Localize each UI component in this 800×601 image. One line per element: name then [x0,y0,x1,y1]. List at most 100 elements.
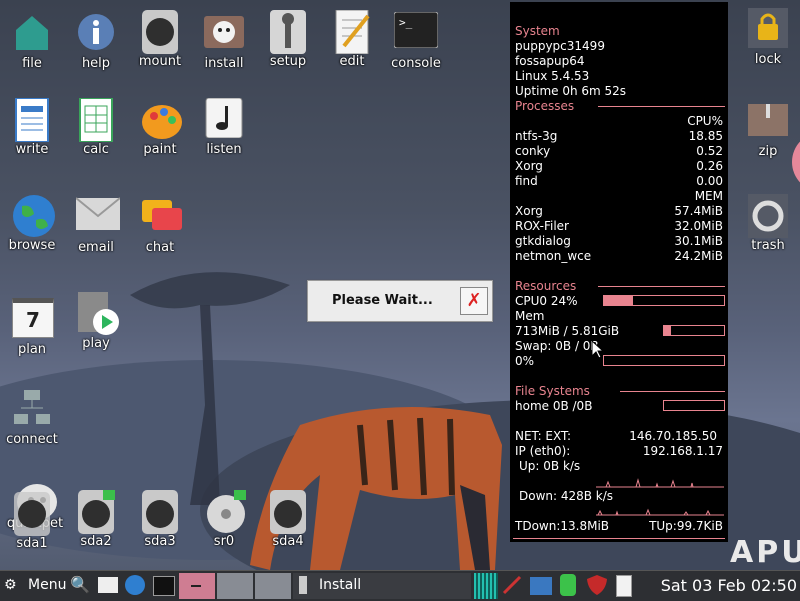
spreadsheet-icon [76,97,116,143]
optical-disc-icon [204,490,246,533]
mem-bar [663,325,725,336]
resources-header: Resources [515,279,577,293]
proc-row: ROX-Filer 32.0MiB [515,219,723,233]
terminal-icon: >_ [393,11,439,52]
show-desktop-icon[interactable] [98,577,118,593]
cpu0-bar-fill [604,296,633,305]
home-icon [12,12,52,52]
divider [598,286,725,287]
clipboard-icon[interactable] [616,575,632,597]
proc-row: conky 0.52 [515,144,723,158]
drive-icon [76,490,116,534]
desktop-icon-email[interactable]: email [61,196,131,255]
music-note-icon [204,97,244,139]
firewall-shield-icon[interactable] [586,574,608,596]
desktop-icon-zip[interactable]: zip [733,100,800,159]
desktop-icon-setup[interactable]: setup [253,10,323,69]
calendar-icon: 7 [12,298,54,338]
desktop-icon-install[interactable]: install [189,12,259,71]
recycle-icon [748,194,788,238]
close-button[interactable]: ✗ [460,287,488,315]
system-header: System [515,24,560,38]
desktop-icon-mount[interactable]: mount [125,10,195,69]
dialog-message: Please Wait... [332,293,433,308]
workspace-1[interactable] [179,573,215,599]
menu-icon: ⚙ [4,577,17,593]
clock[interactable]: Sat 03 Feb 02:50 [661,576,797,595]
save-session-icon[interactable] [560,574,576,596]
cpu-column-header: CPU% [687,114,723,128]
desktop-icon-sr0[interactable]: sr0 [189,490,259,549]
home-fs-bar [663,400,725,411]
swap-bar [603,355,725,366]
desktop-icon-edit[interactable]: edit [317,9,387,69]
wrench-icon [268,10,308,54]
desktop-icon-play[interactable]: play [61,292,131,351]
download-graph [596,508,724,516]
kernel: Linux 5.4.53 [515,69,590,83]
please-wait-dialog: Please Wait... ✗ [307,280,493,322]
desktop-icon-paint[interactable]: paint [125,98,195,157]
envelope-icon [75,196,121,236]
desktop-icon-file[interactable]: file [0,12,67,71]
task-install[interactable]: Install [293,573,471,599]
divider [598,106,725,107]
network-connection-icon[interactable] [502,575,522,595]
desktop-icon-browse[interactable]: browse [0,194,67,253]
terminal-launcher-icon[interactable] [153,576,175,596]
net-ext-row: NET: EXT: 146.70.185.50 [515,429,717,443]
divider [620,391,725,392]
desktop-icon-help[interactable]: help [61,12,131,71]
search-icon[interactable]: 🔍 [70,575,92,601]
desktop-icon-lock[interactable]: lock [733,8,800,67]
proc-row: Xorg 0.26 [515,159,723,173]
wallpaper-text: APU [730,535,800,570]
distro: fossapup64 [515,54,585,68]
desktop-icon-console[interactable]: >_ console [381,11,451,71]
browser-launcher-icon[interactable] [125,575,145,595]
desktop-icon-listen[interactable]: listen [189,97,259,157]
swap-label: Swap: 0B / 0B [515,339,599,353]
desktop-icon-plan[interactable]: 7 plan [0,294,67,357]
conky-monitor: System puppypc31499 fossapup64 Linux 5.4… [510,2,728,542]
desktop-icon-calc[interactable]: calc [61,97,131,157]
total-transfer: TDown:13.8MiB TUp:99.7KiB [515,519,723,533]
proc-row: ntfs-3g 18.85 [515,129,723,143]
info-icon [76,12,116,52]
drive-icon [140,10,180,54]
desktop-icon-sda1[interactable]: sda1 [0,492,67,551]
divider [513,538,725,539]
workspace-2[interactable] [217,573,253,599]
desktop-icon-sda4[interactable]: sda4 [253,490,323,549]
video-play-icon [76,292,119,335]
taskbar: ⚙ Menu 🔍 Install Sat 03 Feb 02:50 [0,570,800,601]
ip-row: IP (eth0): 192.168.1.17 [515,444,723,458]
mouse-cursor-icon [592,341,604,359]
puppy-install-icon [204,12,244,52]
volume-icon[interactable] [530,577,552,595]
desktop-icon-chat[interactable]: chat [125,196,195,255]
desktop-icon-sda3[interactable]: sda3 [125,490,195,549]
processes-header: Processes [515,99,575,113]
proc-row: gtkdialog 30.1MiB [515,234,723,248]
lock-icon [748,8,788,48]
svg-text:>_: >_ [399,16,413,29]
globe-icon [12,194,55,237]
archive-icon [748,100,788,140]
menu-button[interactable]: ⚙ Menu [4,573,66,599]
drive-icon [268,490,308,534]
desktop-icon-connect[interactable]: connect [0,388,67,447]
proc-row: netmon_wce 24.2MiB [515,249,723,263]
document-icon [12,97,52,143]
proc-row: find 0.00 [515,174,723,188]
desktop-icon-sda2[interactable]: sda2 [61,490,131,549]
desktop-icon-trash[interactable]: trash [733,194,800,253]
workspace-3[interactable] [255,573,291,599]
mem-bar-fill [664,326,672,335]
drive-icon [12,492,52,536]
desktop-icon-write[interactable]: write [0,97,67,157]
upload-graph [596,478,724,488]
network-monitor-icon [474,573,498,599]
proc-row: Xorg 57.4MiB [515,204,723,218]
network-icon [12,388,52,428]
